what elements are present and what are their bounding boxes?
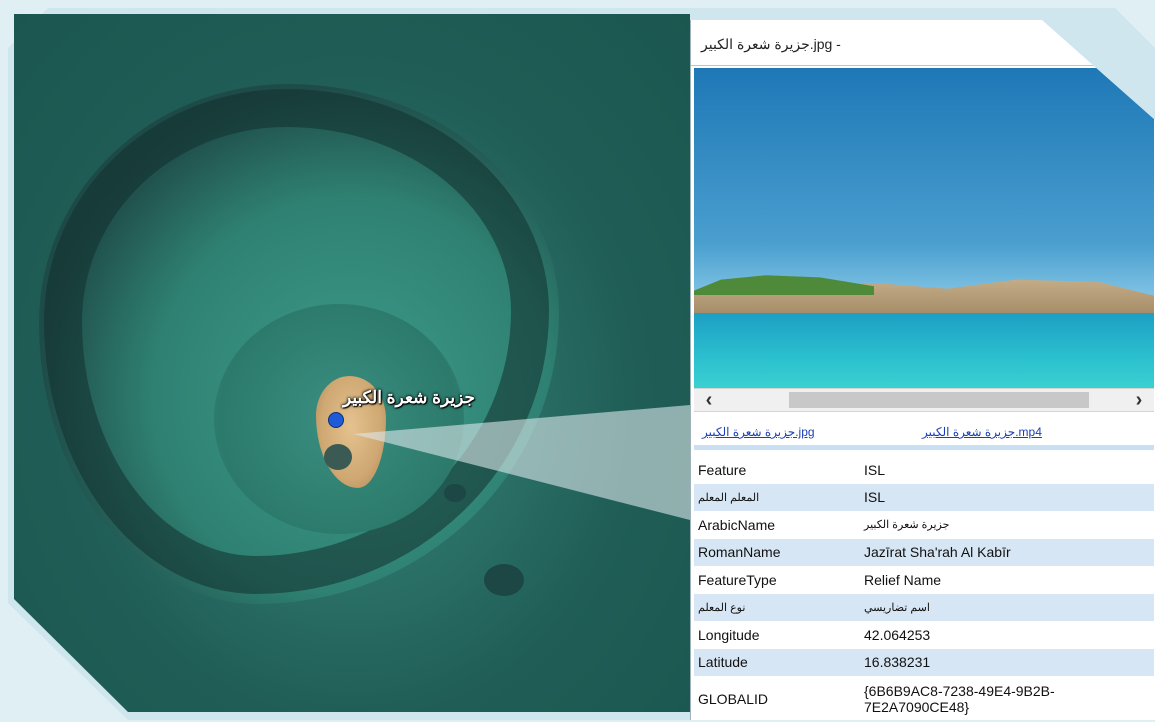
table-row: RomanName Jazīrat Sha'rah Al Kabīr [694, 538, 1154, 566]
jpg-link[interactable]: جزيرة شعرة الكبير.jpg [702, 425, 815, 439]
attr-value: 42.064253 [864, 626, 931, 643]
attr-value: Jazīrat Sha'rah Al Kabīr [860, 538, 1154, 566]
island-photo [694, 68, 1154, 388]
island-lake [324, 444, 352, 470]
attr-value: اسم تضاريسي [860, 593, 1154, 621]
attr-key: Latitude [694, 648, 860, 676]
map-place-label: جزيرة شعرة الكبير [343, 388, 476, 407]
attr-key: RomanName [694, 538, 860, 566]
attr-key: Longitude [698, 626, 760, 643]
table-row: Feature ISL [694, 456, 1154, 484]
attr-key: نوع المعلم [694, 593, 860, 621]
islet [484, 564, 524, 596]
table-row: ArabicName جزيرة شعرة الكبير [694, 511, 1154, 539]
media-scrollbar[interactable]: ‹ › [694, 388, 1154, 412]
satellite-map[interactable] [14, 14, 690, 712]
attr-key: FeatureType [698, 571, 777, 588]
table-row: Longitude 42.064253 [694, 621, 1154, 649]
attr-value: ISL [860, 483, 1154, 511]
photo-sea [694, 313, 1154, 388]
attr-key: Feature [698, 461, 747, 478]
attr-value: جزيرة شعرة الكبير [864, 519, 950, 532]
media-links: جزيرة شعرة الكبير.jpg جزيرة شعرة الكبير.… [694, 420, 1154, 450]
location-marker[interactable] [328, 412, 344, 428]
attr-value: {6B6B9AC8-7238-49E4-9B2B-7E2A7090CE48} [864, 683, 1055, 715]
attr-value: ISL [864, 461, 886, 478]
photo-vegetation [694, 275, 874, 295]
popup-panel: جزيرة شعرة الكبير.jpg - ‹ › جزيرة شعرة ا… [690, 20, 1155, 720]
table-row: Latitude 16.838231 [694, 648, 1154, 676]
table-row: GLOBALID {6B6B9AC8-7238-49E4-9B2B-7E2A70… [694, 676, 1154, 720]
table-row: FeatureType Relief Name [694, 566, 1154, 594]
scroll-thumb[interactable] [789, 392, 1089, 408]
attr-key: GLOBALID [698, 691, 769, 707]
attr-key: المعلم المعلم [694, 483, 860, 511]
scroll-left-button[interactable]: ‹ [696, 389, 722, 411]
scroll-right-button[interactable]: › [1126, 389, 1152, 411]
attr-value: 16.838231 [860, 648, 1154, 676]
attr-key: ArabicName [698, 516, 776, 533]
islet [444, 484, 466, 502]
mp4-link[interactable]: جزيرة شعرة الكبير.mp4 [922, 425, 1042, 439]
attribute-table: Feature ISL المعلم المعلم ISL ArabicName… [694, 456, 1154, 720]
table-row: نوع المعلم اسم تضاريسي [694, 593, 1154, 621]
attr-value: Relief Name [864, 571, 942, 588]
table-row: المعلم المعلم ISL [694, 483, 1154, 511]
